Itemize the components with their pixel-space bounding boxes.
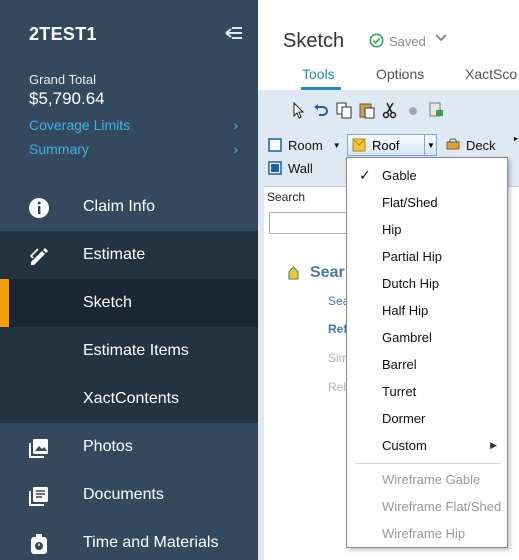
- search-panel-label: Search: [267, 190, 306, 204]
- tab-options[interactable]: Options: [376, 66, 424, 82]
- menu-item-half-hip[interactable]: Half Hip: [347, 297, 507, 324]
- deck-icon: [446, 138, 460, 150]
- menu-item-flat-shed[interactable]: Flat/Shed: [347, 189, 507, 216]
- nav-estimate-items-label: Estimate Items: [83, 342, 189, 359]
- cut-icon[interactable]: [380, 100, 400, 120]
- active-indicator: [0, 279, 9, 327]
- menu-item-dormer[interactable]: Dormer: [347, 405, 507, 432]
- summary-link[interactable]: Summary ›: [29, 141, 244, 157]
- checkmark-icon: ✓: [359, 167, 371, 183]
- summary-label: Summary: [29, 141, 89, 157]
- menu-item-partial-hip[interactable]: Partial Hip: [347, 243, 507, 270]
- menu-item-hip[interactable]: Hip: [347, 216, 507, 243]
- tab-xactscope[interactable]: XactSco: [465, 66, 517, 82]
- menu-item-label: Custom: [382, 438, 427, 453]
- nav-claim-info[interactable]: Claim Info: [0, 183, 258, 231]
- chevron-right-icon: ›: [233, 117, 238, 133]
- nav-claim-info-label: Claim Info: [83, 198, 156, 215]
- chevron-down-icon[interactable]: [434, 30, 448, 44]
- wall-label: Wall: [288, 160, 313, 176]
- menu-separator: [355, 463, 501, 464]
- tab-tools[interactable]: Tools: [302, 66, 335, 82]
- timer-icon: [31, 534, 47, 554]
- menu-item-gable[interactable]: ✓ Gable: [347, 162, 507, 189]
- photos-icon: [29, 439, 48, 458]
- check-circle-icon: [369, 33, 384, 48]
- info-icon: [29, 198, 49, 218]
- coverage-limits-label: Coverage Limits: [29, 117, 131, 133]
- paste-icon[interactable]: [357, 100, 377, 120]
- roof-label: Roof: [372, 137, 400, 153]
- pencil-icon: [29, 248, 48, 265]
- grand-total-value: $5,790.64: [29, 89, 105, 108]
- nav-estimate-label: Estimate: [83, 246, 146, 263]
- menu-item-custom[interactable]: Custom ▶: [347, 432, 507, 459]
- menu-item-wireframe-flat-shed: Wireframe Flat/Shed: [382, 499, 502, 514]
- nav-documents[interactable]: Documents: [0, 471, 258, 519]
- chevron-right-icon: ›: [233, 141, 238, 157]
- sidebar: 2TEST1 Grand Total $5,790.64 Coverage Li…: [0, 0, 258, 560]
- page-title: Sketch: [283, 30, 345, 52]
- nav-estimate-items[interactable]: Estimate Items: [0, 327, 258, 375]
- export-icon[interactable]: [426, 100, 446, 120]
- menu-item-wireframe-hip: Wireframe Hip: [382, 526, 466, 541]
- grand-total-label: Grand Total: [29, 72, 96, 87]
- nav-photos[interactable]: Photos: [0, 423, 258, 471]
- nav-photos-label: Photos: [83, 438, 133, 455]
- submenu-arrow-icon: ▶: [490, 440, 497, 450]
- collapse-sidebar-icon[interactable]: [224, 24, 244, 42]
- nav-sketch-label: Sketch: [83, 294, 132, 311]
- deck-label: Deck: [466, 137, 496, 153]
- menu-item-label: Gable: [382, 168, 417, 183]
- menu-item-barrel[interactable]: Barrel: [347, 351, 507, 378]
- coverage-limits-link[interactable]: Coverage Limits ›: [29, 117, 244, 133]
- nav-xactcontents-label: XactContents: [83, 390, 180, 407]
- menu-item-turret[interactable]: Turret: [347, 378, 507, 405]
- ribbon-overflow-icon[interactable]: ▸: [514, 134, 519, 180]
- roof-icon: [352, 138, 366, 152]
- nav-time-and-materials-label: Time and Materials: [83, 534, 219, 551]
- undo-icon[interactable]: [311, 100, 331, 120]
- menu-item-gambrel[interactable]: Gambrel: [347, 324, 507, 351]
- roof-dropdown-menu: ✓ Gable Flat/Shed Hip Partial Hip Dutch …: [346, 157, 508, 548]
- deck-button[interactable]: Deck: [446, 135, 496, 155]
- room-icon: [268, 138, 282, 152]
- documents-icon: [29, 487, 48, 506]
- eraser-icon[interactable]: [403, 100, 423, 120]
- room-dropdown-arrow-icon[interactable]: ▼: [333, 141, 341, 150]
- claim-title: 2TEST1: [29, 24, 97, 44]
- roof-dropdown-arrow-icon[interactable]: ▼: [424, 134, 437, 156]
- pointer-icon[interactable]: [288, 100, 308, 120]
- menu-item-dutch-hip[interactable]: Dutch Hip: [347, 270, 507, 297]
- wall-icon: [268, 161, 282, 175]
- search-result-row[interactable]: Ref: [328, 322, 347, 336]
- nav-documents-label: Documents: [83, 486, 164, 503]
- house-icon: [288, 266, 299, 280]
- copy-icon[interactable]: [334, 100, 354, 120]
- nav-estimate[interactable]: Estimate: [0, 231, 258, 279]
- saved-status: Saved: [389, 34, 426, 49]
- room-label: Room: [288, 137, 323, 153]
- toolbar: [288, 100, 446, 122]
- room-button[interactable]: Room ▼: [268, 135, 341, 155]
- nav-sketch[interactable]: Sketch: [0, 279, 258, 327]
- wall-button[interactable]: Wall: [268, 158, 313, 178]
- nav-time-and-materials[interactable]: Time and Materials: [0, 519, 258, 560]
- menu-item-wireframe-gable: Wireframe Gable: [382, 472, 481, 487]
- nav-xactcontents[interactable]: XactContents: [0, 375, 258, 423]
- search-heading: Sear: [310, 264, 345, 281]
